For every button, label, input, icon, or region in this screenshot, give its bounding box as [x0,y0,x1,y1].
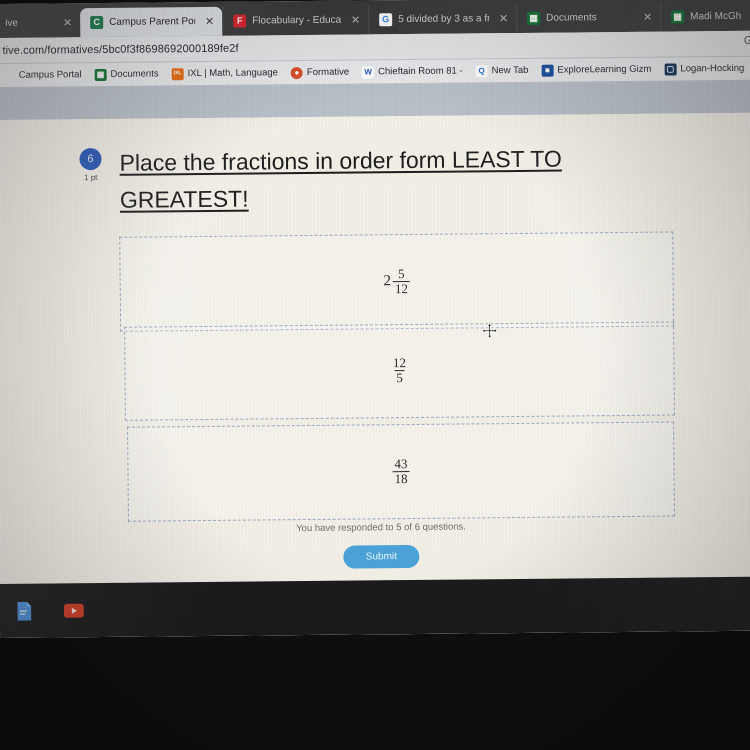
numerator: 12 [392,355,407,371]
denominator: 18 [392,470,410,486]
denominator: 12 [392,280,411,296]
formative-icon: ● [290,66,303,79]
bookmark-label: Formative [306,66,350,78]
responded-status-text: You have responded to 5 of 6 questions. [296,521,466,534]
bookmark-label: ExploreLearning Gizm [557,63,652,76]
question-points-label: 1 pt [83,173,98,183]
google-sheets-favicon-icon: ▦ [527,11,541,25]
bookmark-campus-portal[interactable]: Campus Portal [3,69,82,82]
bookmark-new-tab[interactable]: Q New Tab [475,64,529,77]
tab-title: Campus Parent Portal [109,16,196,28]
numerator: 43 [394,456,408,472]
fraction: 5 12 [392,266,411,296]
taskbar-document-icon[interactable] [14,600,34,622]
profile-glyph-icon[interactable]: G [744,35,750,47]
tab-title: 5 divided by 3 as a fra [398,13,489,26]
fraction-43-18: 43 18 [392,456,410,486]
submit-button[interactable]: Submit [343,544,419,569]
question-number-block: 6 1 pt [73,145,107,182]
documents-icon: ▦ [94,68,107,81]
submit-button-container: Submit [0,541,750,571]
taskbar-youtube-icon[interactable] [63,599,84,621]
formative-question-page: 6 1 pt Place the fractions in order form… [0,112,750,638]
tab-close-icon[interactable]: ✕ [59,16,72,29]
question-header: 6 1 pt Place the fractions in order form… [0,113,750,220]
bookmark-formative[interactable]: ● Formative [290,66,350,79]
bookmark-explorelearning[interactable]: ■ ExploreLearning Gizm [541,63,652,77]
browser-window: ive ✕ C Campus Parent Portal ✕ F Flocabu… [0,0,750,638]
bookmark-label: Documents [110,68,159,80]
google-favicon-icon: G [379,13,393,27]
fraction-card-1[interactable]: 2 5 12 [119,231,675,332]
numerator: 5 [398,266,405,282]
campus-portal-icon [3,69,15,81]
screen-photo: ive ✕ C Campus Parent Portal ✕ F Flocabu… [0,0,750,750]
bookmark-documents[interactable]: ▦ Documents [94,68,159,81]
bookmark-ixl[interactable]: IXL IXL | Math, Language [171,67,278,80]
browser-tab[interactable]: F Flocabulary - Educatio ✕ [222,5,369,36]
tab-close-icon[interactable]: ✕ [639,11,652,24]
bookmark-chieftain-room[interactable]: W Chieftain Room 81 - [362,65,463,78]
wikipedia-icon: W [362,65,375,78]
bookmark-label: New Tab [491,64,529,77]
question-number-badge: 6 [79,147,102,171]
logan-hocking-icon: ▢ [664,62,677,76]
fraction-card-3[interactable]: 43 18 [127,421,675,522]
whole-number: 2 [383,272,392,289]
tab-title: Flocabulary - Educatio [252,14,342,27]
bookmark-label: IXL | Math, Language [187,67,278,80]
quizlet-icon: Q [475,64,488,77]
tab-title: ive [5,17,19,29]
bookmark-logan-hocking[interactable]: ▢ Logan-Hocking [664,62,745,76]
browser-tab[interactable]: ▦ Documents ✕ [516,2,661,33]
question-title: Place the fractions in order form LEAST … [119,145,562,213]
taskbar [0,576,750,638]
tab-title: Documents [546,12,597,24]
denominator: 5 [394,370,405,386]
fraction-12-5: 12 5 [391,355,408,386]
fraction-card-2[interactable]: 12 5 [124,321,675,421]
flocabulary-favicon-icon: F [233,14,247,28]
browser-tab[interactable]: ive ✕ [0,8,81,38]
mixed-number-2-5-12: 2 5 12 [383,266,411,296]
bookmark-label: Logan-Hocking [680,62,745,75]
tab-close-icon[interactable]: ✕ [201,15,214,28]
ixl-icon: IXL [171,67,184,80]
tab-close-icon[interactable]: ✕ [495,12,508,25]
explorelearning-icon: ■ [541,64,554,77]
tab-close-icon[interactable]: ✕ [347,13,360,26]
browser-tab[interactable]: G 5 divided by 3 as a fra ✕ [368,3,517,35]
google-sheets-favicon-icon: ▦ [671,10,685,24]
browser-tab[interactable]: ▦ Madi McGh [660,1,750,32]
campus-parent-portal-favicon-icon: C [90,15,104,30]
fraction-drop-zone-list: 2 5 12 12 5 43 18 [114,231,677,522]
bookmark-label: Campus Portal [18,69,82,81]
browser-tab-active[interactable]: C Campus Parent Portal ✕ [80,6,223,38]
bookmark-label: Chieftain Room 81 - [378,65,463,78]
url-text: tive.com/formatives/5bc0f3f8698692000189… [2,42,239,57]
tab-title: Madi McGh [690,10,742,23]
